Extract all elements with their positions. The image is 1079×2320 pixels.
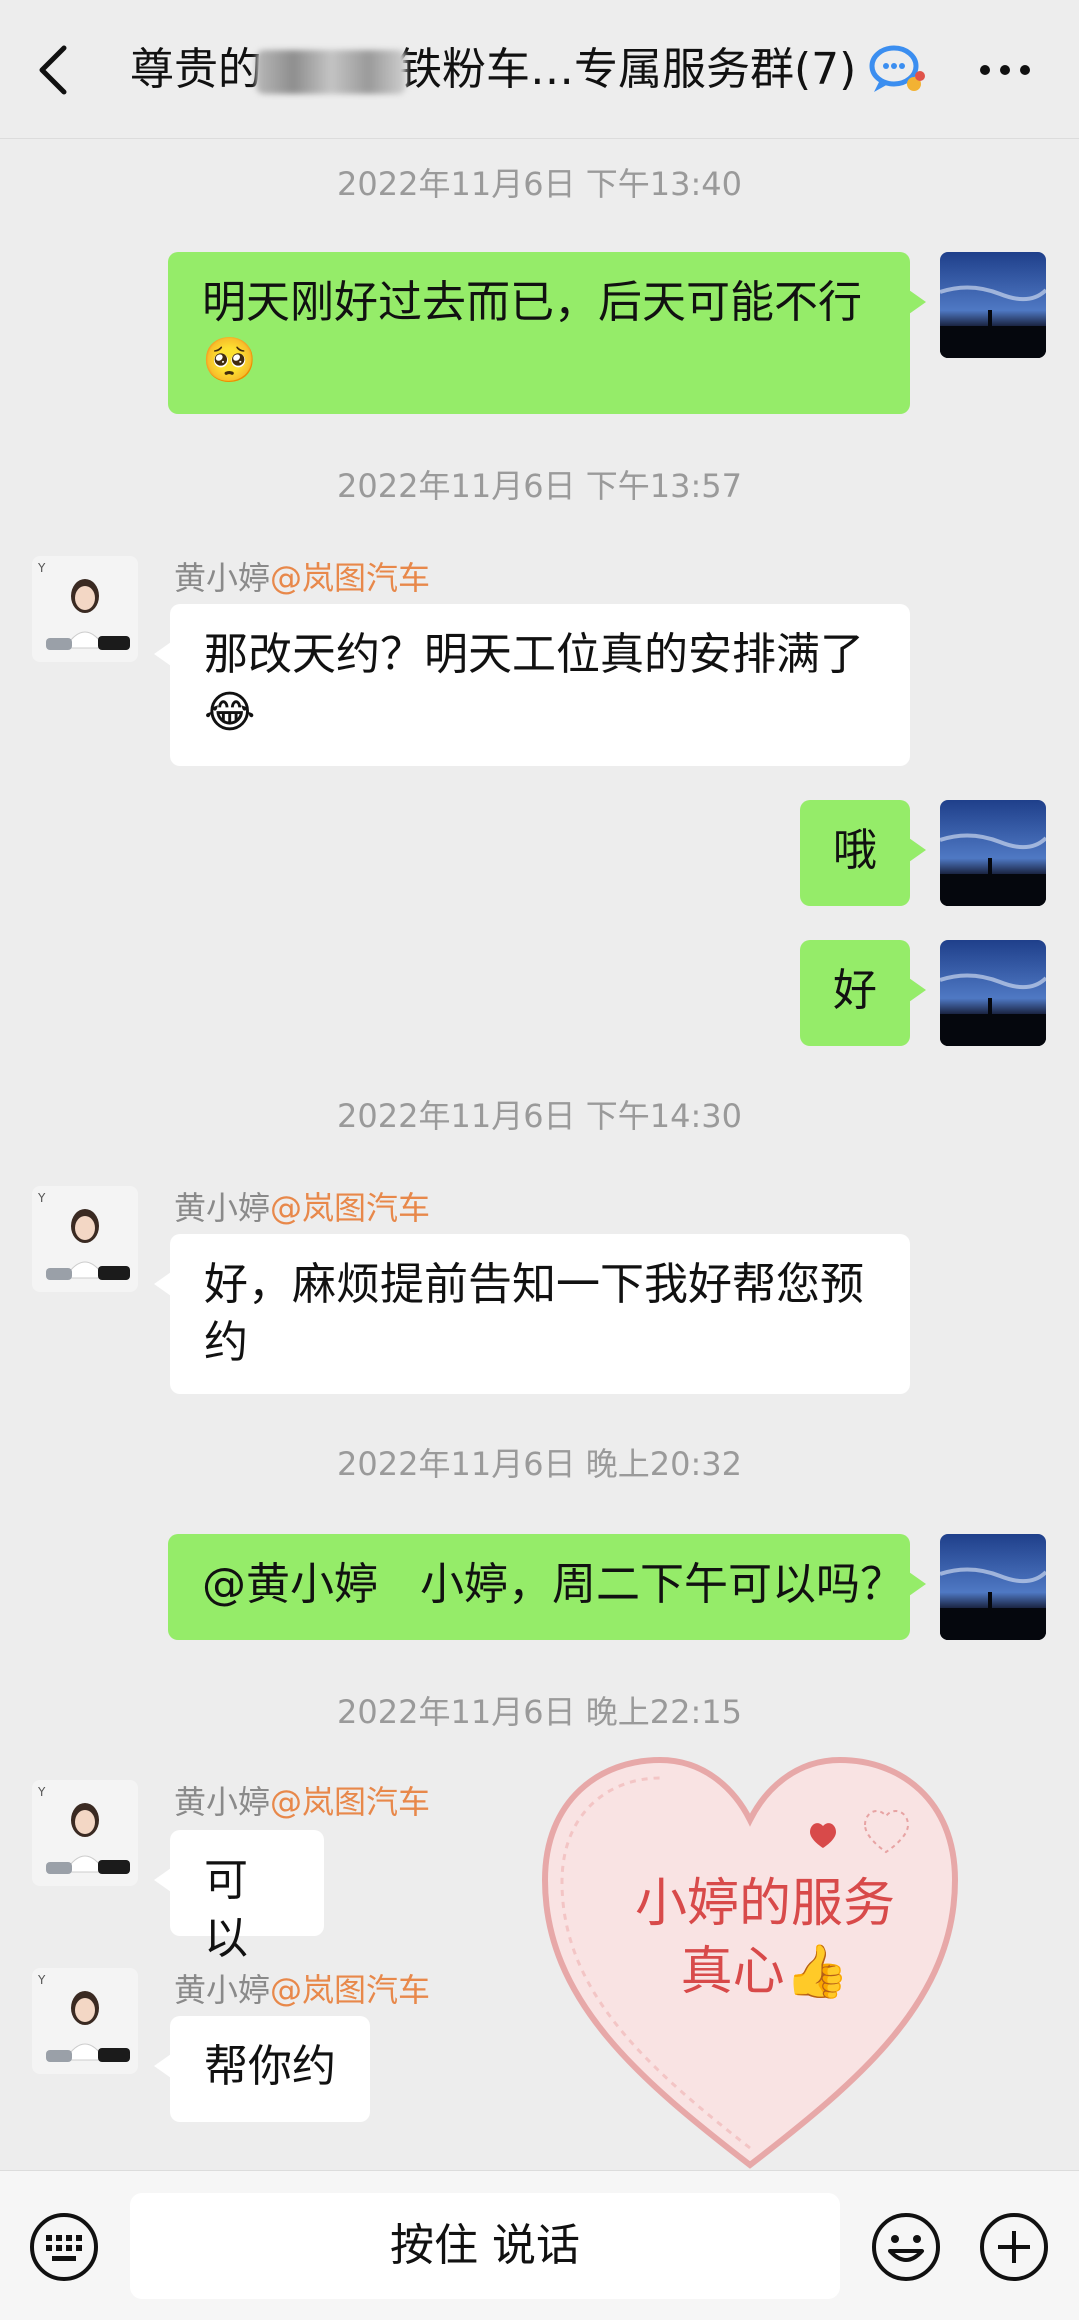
plus-icon[interactable] — [978, 2211, 1050, 2283]
more-icon[interactable] — [975, 60, 1035, 80]
sender-name-text: 黄小婷 — [174, 1971, 271, 2009]
message-text: 可以 — [204, 1855, 248, 1964]
svg-text:Y: Y — [37, 561, 46, 575]
sender-name: 黄小婷@岚图汽车 — [174, 558, 430, 598]
timestamp: 2022年11月6日 下午13:40 — [337, 165, 742, 203]
back-icon[interactable] — [34, 44, 74, 96]
chat-title-prefix: 尊贵的 — [130, 44, 262, 95]
svg-text:Y: Y — [37, 1785, 46, 1799]
night-sky-image — [940, 252, 1046, 358]
my-message-bubble[interactable]: 哦 — [800, 800, 926, 906]
sender-name: 黄小婷@岚图汽车 — [174, 1782, 430, 1822]
sender-name-text: 黄小婷 — [174, 1783, 271, 1821]
agent-photo: Y — [32, 1968, 138, 2074]
message-text: 好，麻烦提前告知一下我好帮您预约 — [204, 1259, 864, 1368]
my-avatar[interactable] — [940, 800, 1046, 906]
sender-name-text: 黄小婷 — [174, 559, 271, 597]
my-message-bubble[interactable]: 明天刚好过去而已，后天可能不行 🥺 — [168, 252, 926, 414]
sender-avatar[interactable]: Y — [32, 556, 138, 662]
keyboard-icon[interactable] — [28, 2211, 100, 2283]
my-avatar[interactable] — [940, 940, 1046, 1046]
redacted-name — [256, 50, 406, 94]
message-text: 好 — [833, 965, 877, 1016]
my-message-bubble[interactable]: 好 — [800, 940, 926, 1046]
night-sky-image — [940, 940, 1046, 1046]
sender-org: @岚图汽车 — [270, 559, 431, 597]
timestamp: 2022年11月6日 晚上20:32 — [337, 1445, 742, 1483]
message-text: @黄小婷 小婷，周二下午可以吗？ — [202, 1559, 904, 1610]
my-message-bubble[interactable]: @黄小婷 小婷，周二下午可以吗？ — [168, 1534, 926, 1640]
other-message-bubble[interactable]: 可以 — [154, 1830, 324, 1964]
night-sky-image — [940, 800, 1046, 906]
chat-icon[interactable] — [868, 42, 928, 98]
timestamp: 2022年11月6日 下午14:30 — [337, 1097, 742, 1135]
laughing-emoji: 😂 — [204, 687, 256, 738]
other-message-bubble[interactable]: 那改天约？明天工位真的安排满了 😂 — [154, 604, 910, 766]
other-message-bubble[interactable]: 好，麻烦提前告知一下我好帮您预约 — [154, 1234, 910, 1394]
emoji-icon[interactable] — [870, 2211, 942, 2283]
input-bar: 按住 说话 — [0, 2170, 1079, 2320]
sender-name-text: 黄小婷 — [174, 1189, 271, 1227]
timestamp: 2022年11月6日 下午13:57 — [337, 467, 742, 505]
sender-name: 黄小婷@岚图汽车 — [174, 1188, 430, 1228]
sticker-text: 小婷的服务真心👍 — [634, 1874, 895, 2002]
message-text: 明天刚好过去而已，后天可能不行 — [202, 277, 862, 328]
sender-avatar[interactable]: Y — [32, 1186, 138, 1292]
message-text: 帮你约 — [204, 2041, 336, 2092]
pleading-emoji: 🥺 — [202, 335, 257, 386]
hold-to-talk-button[interactable]: 按住 说话 — [130, 2193, 840, 2299]
other-message-bubble[interactable]: 帮你约 — [154, 2016, 370, 2122]
sender-name: 黄小婷@岚图汽车 — [174, 1970, 430, 2010]
sender-org: @岚图汽车 — [270, 1189, 431, 1227]
svg-text:Y: Y — [37, 1191, 46, 1205]
heart-sticker: 小婷的服务真心👍 — [520, 1720, 980, 2190]
message-text: 那改天约？明天工位真的安排满了 — [204, 629, 864, 680]
my-avatar[interactable] — [940, 252, 1046, 358]
sender-avatar[interactable]: Y — [32, 1968, 138, 2074]
top-bar: 尊贵的 铁粉车…专属服务群(7) — [0, 0, 1079, 139]
night-sky-image — [940, 1534, 1046, 1640]
chat-title-suffix: 铁粉车…专属服务群(7) — [398, 44, 857, 95]
sender-avatar[interactable]: Y — [32, 1780, 138, 1886]
agent-photo: Y — [32, 556, 138, 662]
agent-photo: Y — [32, 1186, 138, 1292]
sender-org: @岚图汽车 — [270, 1971, 431, 2009]
my-avatar[interactable] — [940, 1534, 1046, 1640]
message-text: 哦 — [833, 825, 877, 876]
svg-text:Y: Y — [37, 1973, 46, 1987]
chat-title: 尊贵的 铁粉车…专属服务群(7) — [130, 40, 870, 100]
sender-org: @岚图汽车 — [270, 1783, 431, 1821]
agent-photo: Y — [32, 1780, 138, 1886]
